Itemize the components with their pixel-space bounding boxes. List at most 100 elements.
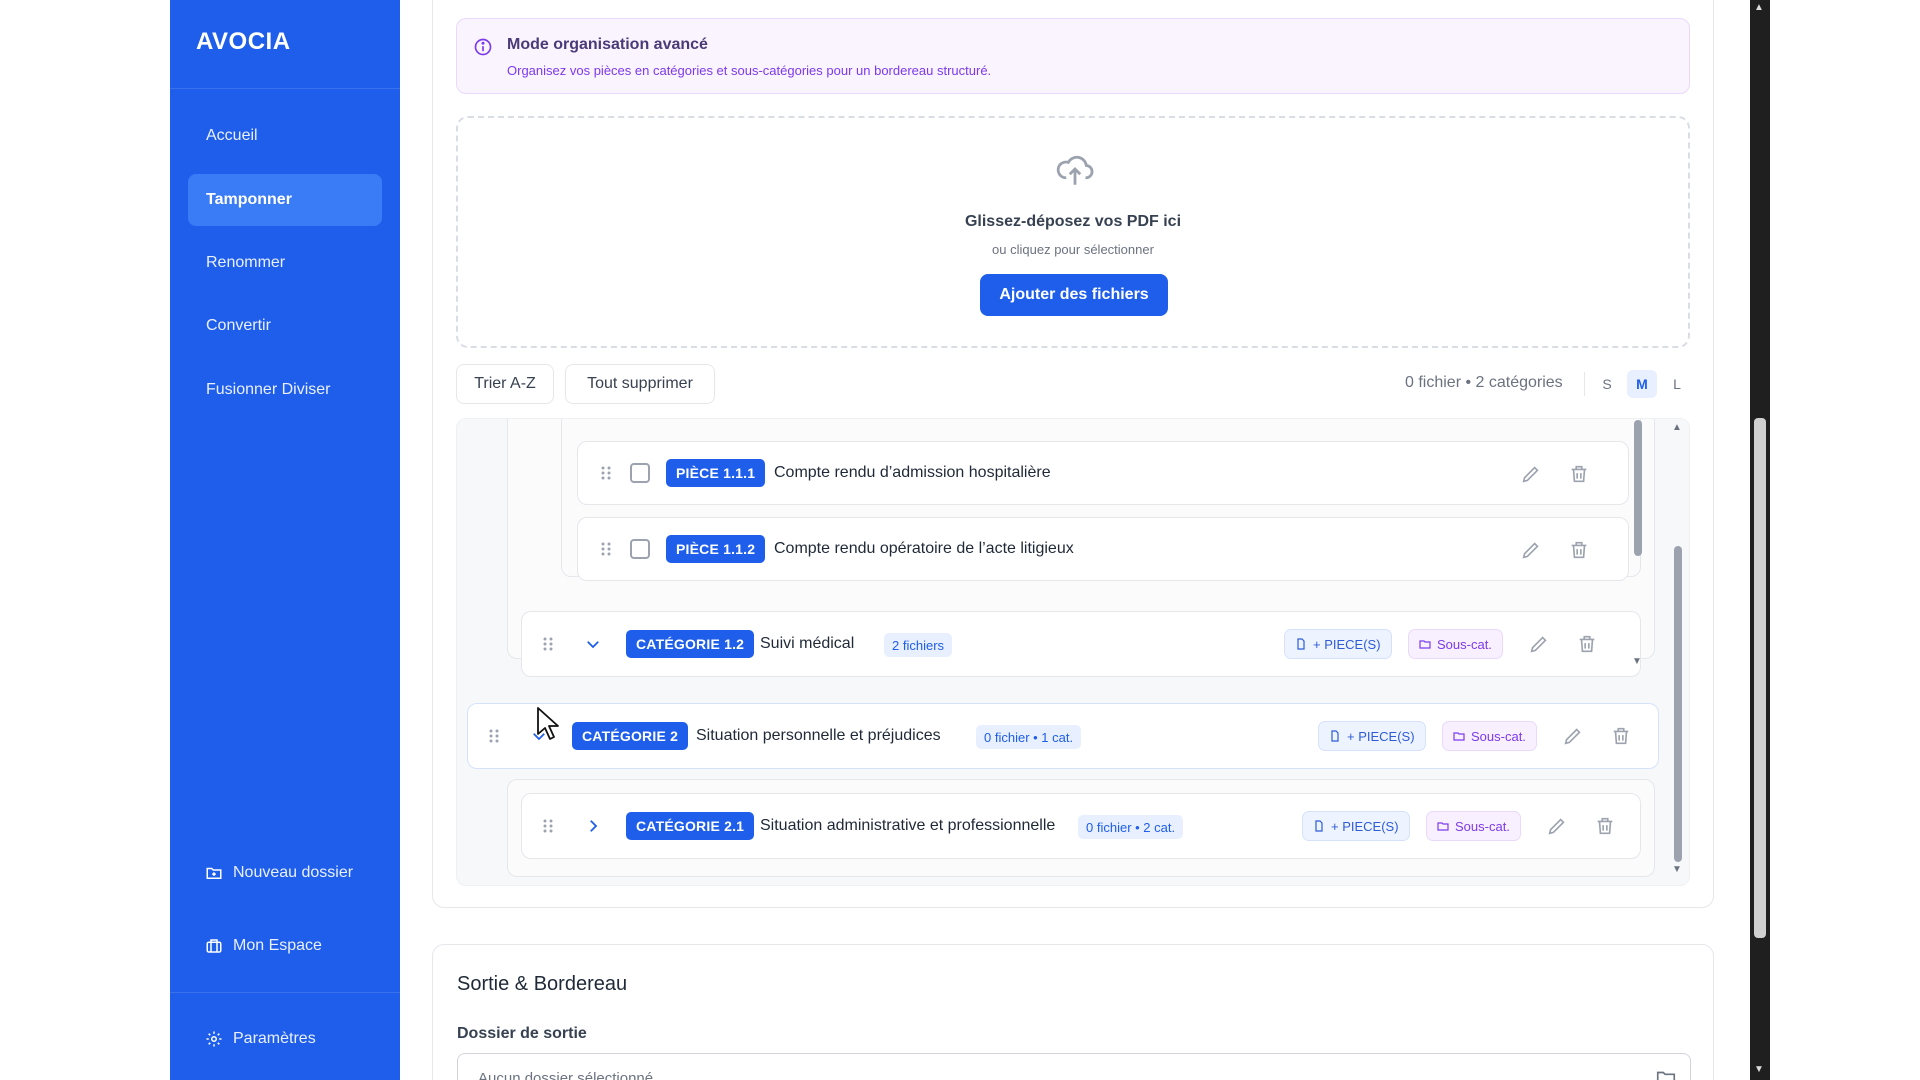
category-tag: CATÉGORIE 2	[572, 722, 689, 750]
scroll-down-arrow[interactable]: ▼	[1632, 656, 1642, 667]
subcategory-label: Sous-cat.	[1437, 636, 1492, 652]
new-folder-button[interactable]: Nouveau dossier	[205, 864, 353, 882]
category-row[interactable]: CATÉGORIE 1.2 Suivi médical 2 fichiers +…	[521, 611, 1641, 677]
add-piece-label: + PIECE(S)	[1331, 818, 1399, 834]
scroll-up-arrow[interactable]: ▲	[1672, 422, 1682, 433]
add-piece-label: + PIECE(S)	[1313, 636, 1381, 652]
file-icon	[1331, 730, 1339, 742]
add-piece-button[interactable]: + PIECE(S)	[1302, 811, 1410, 841]
piece-row[interactable]: PIÈCE 1.1.1 Compte rendu d’admission hos…	[577, 441, 1629, 505]
piece-row[interactable]: PIÈCE 1.1.2 Compte rendu opératoire de l…	[577, 517, 1629, 581]
settings-label: Paramètres	[233, 1030, 316, 1047]
trash-icon[interactable]	[1594, 815, 1616, 837]
size-option-m[interactable]: M	[1627, 370, 1657, 398]
add-piece-label: + PIECE(S)	[1347, 728, 1415, 744]
add-subcategory-button[interactable]: Sous-cat.	[1426, 811, 1521, 841]
size-option-l[interactable]: L	[1662, 370, 1692, 398]
sidebar-item-label: Accueil	[206, 127, 258, 144]
sidebar-item-convertir[interactable]: Convertir	[188, 300, 382, 352]
pdf-dropzone[interactable]: Glissez-déposez vos PDF ici ou cliquez p…	[456, 116, 1690, 348]
folder-plus-icon	[1453, 732, 1465, 741]
category-title: Situation personnelle et préjudices	[696, 727, 941, 744]
add-piece-button[interactable]: + PIECE(S)	[1318, 721, 1426, 751]
page-scrollbar[interactable]: ▲ ▼	[1750, 0, 1770, 1080]
pencil-icon[interactable]	[1546, 815, 1568, 837]
category-row[interactable]: CATÉGORIE 2.1 Situation administrative e…	[521, 793, 1641, 859]
settings-button[interactable]: Paramètres	[205, 1030, 316, 1048]
drag-handle-icon[interactable]	[540, 636, 556, 652]
file-count-badge: 2 fichiers	[884, 633, 953, 657]
dropzone-subtitle: ou cliquez pour sélectionner	[992, 242, 1154, 257]
new-folder-label: Nouveau dossier	[233, 864, 354, 881]
scroll-down-arrow[interactable]: ▼	[1754, 1064, 1764, 1075]
subcategory-label: Sous-cat.	[1471, 728, 1526, 744]
piece-tag: PIÈCE 1.1.2	[666, 535, 766, 563]
sidebar-item-fusionner-diviser[interactable]: Fusionner Diviser	[188, 364, 382, 416]
scroll-down-arrow[interactable]: ▼	[1672, 864, 1682, 875]
piece-tag: PIÈCE 1.1.1	[666, 459, 766, 487]
output-folder-input[interactable]	[457, 1053, 1691, 1080]
folder-plus-icon	[1437, 822, 1449, 831]
category-title: Situation administrative et professionne…	[760, 817, 1056, 834]
my-space-label: Mon Espace	[233, 937, 322, 954]
drag-handle-icon[interactable]	[540, 818, 556, 834]
delete-all-button[interactable]: Tout supprimer	[565, 364, 715, 404]
tree-scrollbar[interactable]	[1674, 546, 1682, 862]
output-folder-label: Dossier de sortie	[457, 1025, 587, 1042]
trash-icon[interactable]	[1568, 539, 1590, 561]
sidebar-item-label: Tamponner	[206, 191, 292, 208]
info-banner-title: Mode organisation avancé	[507, 36, 708, 53]
pencil-icon[interactable]	[1520, 539, 1542, 561]
subcategory-label: Sous-cat.	[1455, 818, 1510, 834]
sort-az-button[interactable]: Trier A-Z	[456, 364, 554, 404]
info-icon	[474, 38, 492, 56]
drag-handle-icon[interactable]	[486, 728, 502, 744]
my-space-button[interactable]: Mon Espace	[205, 937, 322, 955]
sidebar-item-label: Convertir	[206, 317, 271, 334]
folder-icon[interactable]	[1655, 1067, 1677, 1080]
divider	[1584, 372, 1585, 396]
size-option-s[interactable]: S	[1592, 370, 1622, 398]
piece-checkbox[interactable]	[630, 539, 650, 559]
sidebar-item-renommer[interactable]: Renommer	[188, 237, 382, 289]
file-count-badge: 0 fichier • 1 cat.	[976, 725, 1082, 749]
category-title: Suivi médical	[760, 635, 855, 652]
page-scrollbar-thumb[interactable]	[1754, 418, 1766, 938]
add-files-button[interactable]: Ajouter des fichiers	[980, 274, 1168, 316]
trash-icon[interactable]	[1568, 463, 1590, 485]
drag-handle-icon[interactable]	[598, 541, 614, 557]
piece-title: Compte rendu d’admission hospitalière	[774, 464, 1051, 481]
sidebar-item-label: Renommer	[206, 254, 286, 271]
add-subcategory-button[interactable]: Sous-cat.	[1442, 721, 1537, 751]
output-card: Sortie & Bordereau Dossier de sortie	[432, 944, 1714, 1080]
inner-scrollbar[interactable]	[1634, 420, 1642, 556]
divider	[170, 88, 400, 89]
sidebar-item-tamponner[interactable]: Tamponner	[188, 174, 382, 226]
sidebar-item-label: Fusionner Diviser	[206, 381, 331, 398]
pencil-icon[interactable]	[1520, 463, 1542, 485]
file-icon	[1297, 638, 1305, 650]
trash-icon[interactable]	[1610, 725, 1632, 747]
file-count-badge: 0 fichier • 2 cat.	[1078, 815, 1184, 839]
pencil-icon[interactable]	[1528, 633, 1550, 655]
piece-checkbox[interactable]	[630, 463, 650, 483]
upload-cloud-icon	[1056, 155, 1094, 185]
output-section-title: Sortie & Bordereau	[457, 973, 628, 995]
category-tree: PIÈCE 1.1.1 Compte rendu d’admission hos…	[456, 418, 1690, 886]
trash-icon[interactable]	[1576, 633, 1598, 655]
drag-handle-icon[interactable]	[598, 465, 614, 481]
mouse-cursor-icon	[537, 707, 559, 740]
chevron-down-icon[interactable]	[584, 635, 602, 653]
scroll-up-arrow[interactable]: ▲	[1754, 2, 1764, 13]
pencil-icon[interactable]	[1562, 725, 1584, 747]
divider	[170, 992, 400, 993]
chevron-right-icon[interactable]	[584, 817, 602, 835]
brand-logo: AVOCIA	[196, 28, 291, 55]
file-icon	[1315, 820, 1323, 832]
add-subcategory-button[interactable]: Sous-cat.	[1408, 629, 1503, 659]
category-row[interactable]: CATÉGORIE 2 Situation personnelle et pré…	[467, 703, 1659, 769]
info-banner-description: Organisez vos pièces en catégories et so…	[507, 63, 992, 78]
sidebar: AVOCIA Accueil Tamponner Renommer Conver…	[170, 0, 400, 1080]
add-piece-button[interactable]: + PIECE(S)	[1284, 629, 1392, 659]
sidebar-item-accueil[interactable]: Accueil	[188, 110, 382, 162]
